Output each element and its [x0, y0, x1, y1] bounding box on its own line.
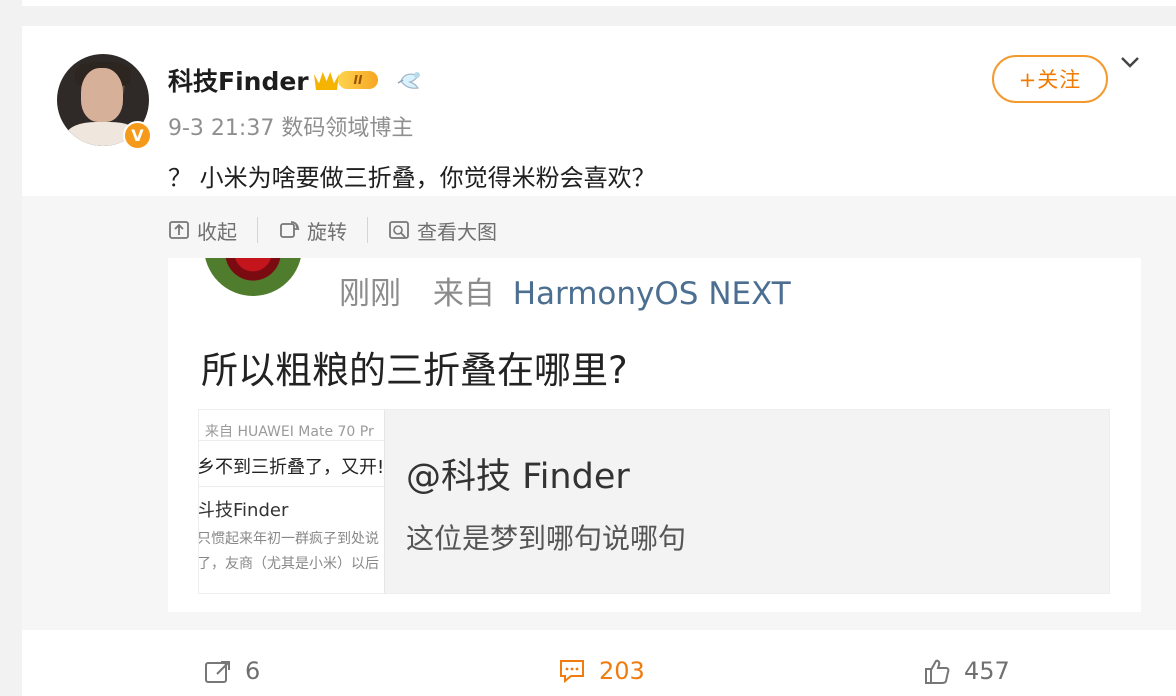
verified-badge: V [123, 121, 152, 150]
chevron-down-icon[interactable] [1118, 50, 1142, 74]
image-meta-os: HarmonyOS NEXT [512, 276, 791, 312]
image-title: 所以粗粮的三折叠在哪里? [201, 349, 628, 392]
toolbar-separator [257, 217, 258, 243]
embedded-line-source: 来自 HUAWEI Mate 70 Pr [205, 424, 374, 440]
post-actions: 6 203 457 [0, 640, 1176, 696]
view-large-button[interactable]: 查看大图 [388, 215, 497, 245]
rose-avatar-image [204, 258, 302, 296]
username[interactable]: 科技Finder [168, 62, 309, 98]
embedded-line-name: 斗技Finder [199, 500, 289, 521]
embedded-divider [199, 486, 384, 487]
embedded-divider [199, 440, 384, 441]
post-image[interactable]: 刚刚 来自 HarmonyOS NEXT 所以粗粮的三折叠在哪里? 来自 HUA… [168, 258, 1141, 612]
rotate-label: 旋转 [307, 219, 347, 244]
view-large-label: 查看大图 [417, 219, 497, 244]
bird-icon [397, 72, 420, 89]
vip-rank: II [338, 71, 378, 89]
image-meta-time: 刚刚 [339, 276, 401, 312]
embedded-line-text: 乡不到三折叠了，又开! [199, 457, 385, 478]
like-button[interactable]: 457 [922, 656, 1010, 686]
embedded-left-panel: 来自 HUAWEI Mate 70 Pr 乡不到三折叠了，又开! 斗技Finde… [199, 410, 385, 593]
vip-badge: II [314, 66, 380, 92]
collapse-button[interactable]: 收起 [168, 215, 237, 245]
previous-card-edge [22, 0, 1176, 6]
image-meta-from: 来自 [432, 276, 495, 312]
media-toolbar: 收起 旋转 查看大图 [168, 214, 497, 246]
embedded-screenshot: 来自 HUAWEI Mate 70 Pr 乡不到三折叠了，又开! 斗技Finde… [198, 409, 1110, 594]
toolbar-separator [367, 217, 368, 243]
follow-button[interactable]: +关注 [992, 55, 1108, 103]
like-count: 457 [964, 657, 1010, 685]
repost-icon [205, 661, 230, 683]
rotate-icon [280, 221, 300, 238]
comment-count: 203 [599, 657, 645, 685]
post-meta: 9-3 21:37 数码领域博主 [168, 116, 414, 141]
comment-button[interactable]: 203 [557, 656, 645, 686]
image-meta: 刚刚 来自 HarmonyOS NEXT [339, 268, 791, 313]
embedded-line-sub2: 了，友商（尤其是小米）以后 [199, 556, 379, 572]
crown-icon [314, 71, 339, 90]
view-large-icon [389, 221, 409, 239]
embedded-line-sub1: 只惯起来年初一群疯子到处说 [199, 531, 379, 547]
thumbs-up-icon [925, 659, 950, 684]
embedded-mention: @科技 Finder [406, 457, 630, 497]
collapse-icon [169, 221, 189, 239]
repost-count: 6 [245, 657, 261, 685]
collapse-label: 收起 [197, 219, 237, 244]
repost-button[interactable]: 6 [203, 656, 260, 686]
comment-icon [560, 660, 584, 684]
avatar-face [81, 68, 123, 122]
rotate-button[interactable]: 旋转 [278, 215, 347, 245]
embedded-comment: 这位是梦到哪句说哪句 [406, 522, 687, 555]
post-text: ？ 小米为啥要做三折叠，你觉得米粉会喜欢？ [168, 164, 656, 192]
